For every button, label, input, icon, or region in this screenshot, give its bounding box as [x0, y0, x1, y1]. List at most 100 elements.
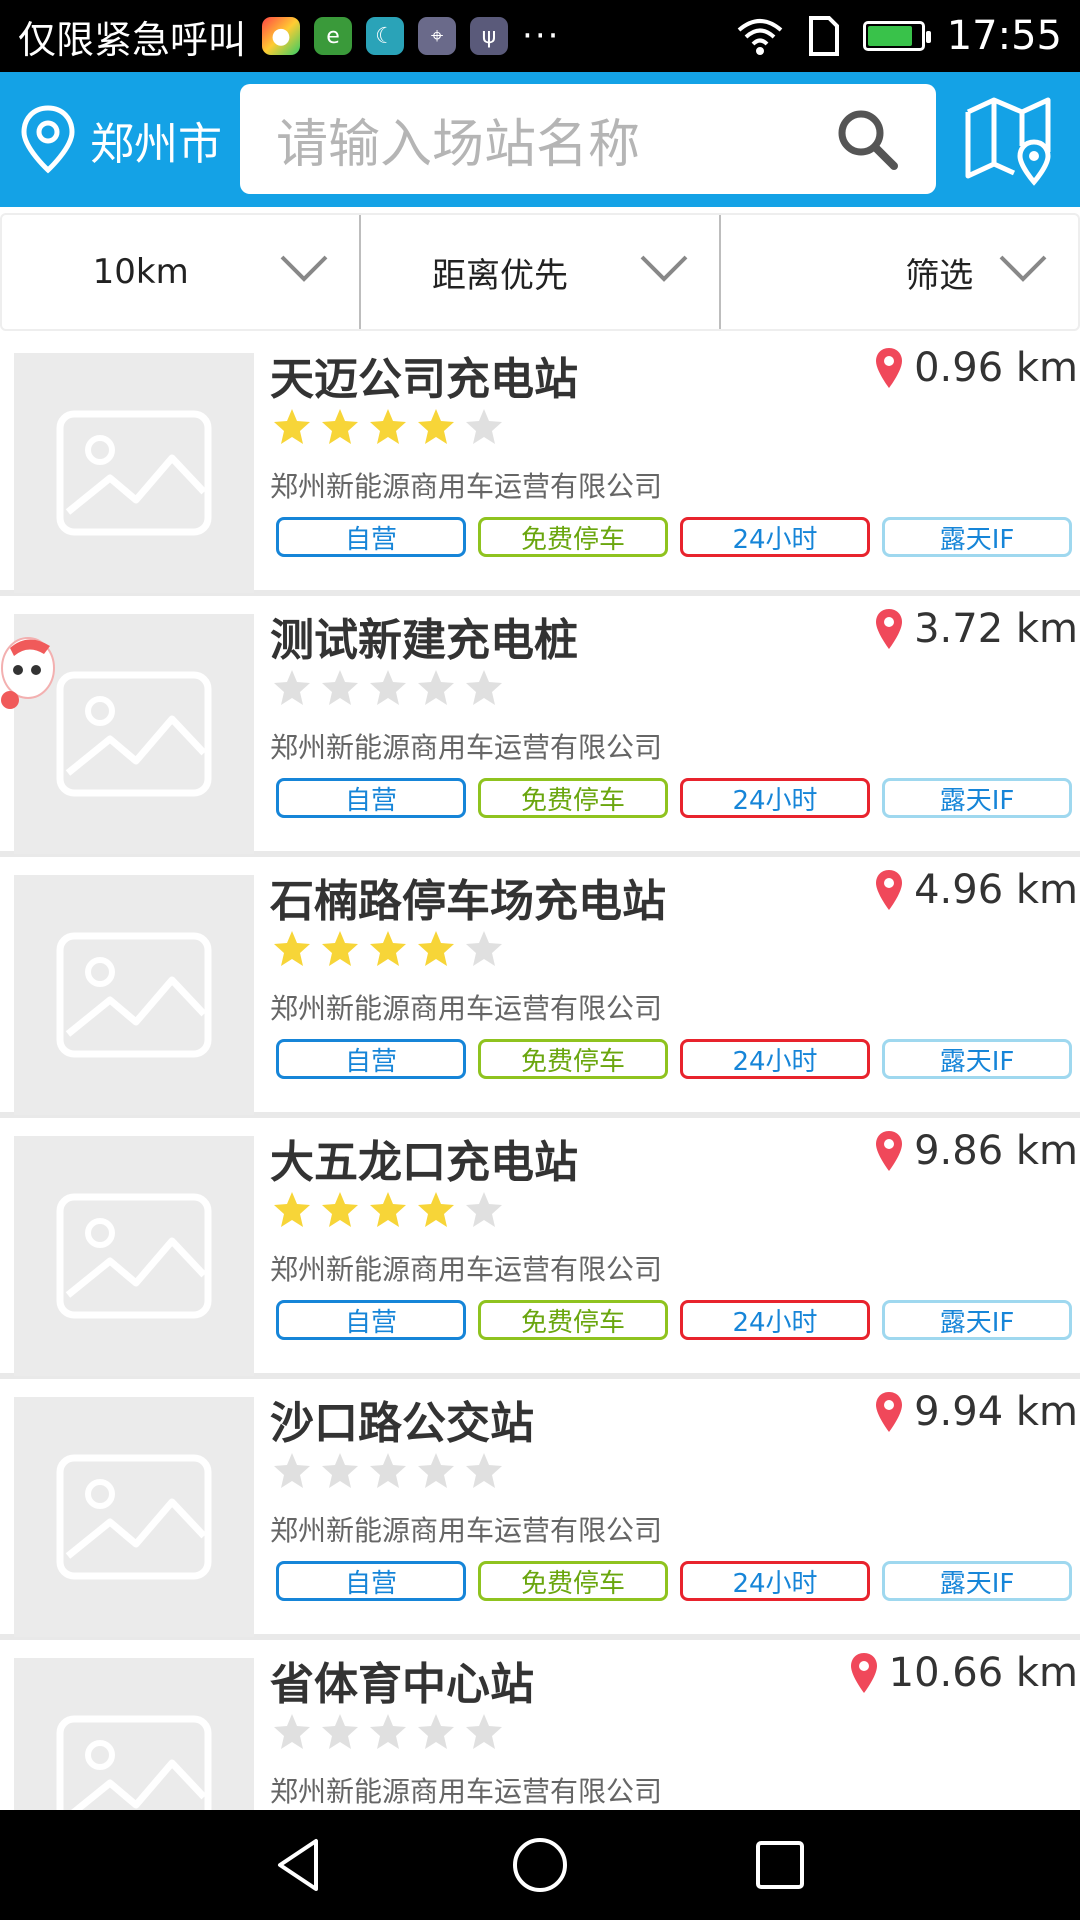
operator-name: 郑州新能源商用车运营有限公司	[270, 731, 663, 764]
station-card[interactable]: 省体育中心站 10.66 km 郑州新能源商用车运营有限公司 自营免费停车24小…	[0, 1640, 1080, 1810]
filter-label: 筛选	[905, 255, 974, 296]
filter-dropdown[interactable]: 筛选	[718, 215, 1078, 329]
station-distance: 9.94 km	[874, 1389, 1078, 1435]
operator-name: 郑州新能源商用车运营有限公司	[270, 1253, 663, 1286]
station-distance: 10.66 km	[849, 1650, 1078, 1696]
station-card[interactable]: 天迈公司充电站 0.96 km 郑州新能源商用车运营有限公司 自营 免费停车 24小…	[0, 335, 1080, 593]
image-placeholder-icon	[56, 932, 212, 1058]
station-card[interactable]: 石楠路停车场充电站 4.96 km 郑州新能源商用车运营有限公司 自营 免费停车 2…	[0, 857, 1080, 1115]
chevron-down-icon	[280, 255, 328, 282]
station-tags: 自营 免费停车 24小时 露天IF	[276, 1300, 1072, 1340]
image-placeholder-icon	[56, 671, 212, 797]
star-empty-icon	[466, 670, 502, 705]
location-pin-icon	[21, 104, 75, 173]
station-distance: 0.96 km	[874, 345, 1078, 391]
search-input[interactable]: 请输入场站名称	[240, 84, 936, 194]
station-tag: 露天IF	[882, 1561, 1072, 1601]
more-notifications-icon: ···	[522, 16, 561, 56]
recent-apps-icon[interactable]	[750, 1835, 810, 1895]
operator-name: 郑州新能源商用车运营有限公司	[270, 1514, 663, 1547]
star-empty-icon	[466, 931, 502, 966]
operator-name: 郑州新能源商用车运营有限公司	[270, 992, 663, 1025]
star-empty-icon	[274, 1453, 310, 1488]
station-tag: 24小时	[680, 1561, 870, 1601]
station-tag: 24小时	[680, 1300, 870, 1340]
star-empty-icon	[466, 409, 502, 444]
map-view-icon[interactable]	[960, 90, 1060, 190]
ie-browser-app-icon: e	[314, 17, 353, 55]
location-pin-icon	[876, 1131, 903, 1171]
station-name: 石楠路停车场充电站	[270, 876, 666, 927]
star-empty-icon	[466, 1714, 502, 1749]
station-list[interactable]: 天迈公司充电站 0.96 km 郑州新能源商用车运营有限公司 自营 免费停车 24小…	[0, 335, 1080, 1810]
station-tags: 自营 免费停车 24小时 露天IF	[276, 1561, 1072, 1601]
star-filled-icon	[274, 1192, 310, 1227]
battery-icon	[862, 21, 931, 51]
distance-value: 9.86 km	[914, 1128, 1078, 1174]
star-filled-icon	[418, 931, 454, 966]
clock: 17:55	[946, 13, 1062, 59]
star-filled-icon	[274, 409, 310, 444]
station-name: 天迈公司充电站	[270, 354, 578, 405]
distance-value: 4.96 km	[914, 867, 1078, 913]
wifi-icon	[737, 19, 783, 55]
search-icon[interactable]	[834, 106, 900, 172]
station-image-placeholder	[14, 875, 254, 1115]
station-tag: 24小时	[680, 517, 870, 557]
station-tag: 免费停车	[478, 1561, 668, 1601]
moon-app-icon: ☾	[366, 17, 405, 55]
distance-value: 3.72 km	[914, 606, 1078, 652]
home-icon[interactable]	[510, 1835, 570, 1895]
city-selector[interactable]: 郑州市	[0, 104, 240, 176]
station-image-placeholder	[14, 1658, 254, 1810]
star-filled-icon	[274, 931, 310, 966]
station-name: 大五龙口充电站	[270, 1137, 578, 1188]
station-tag: 自营	[276, 1561, 466, 1601]
station-tag: 自营	[276, 517, 466, 557]
location-pin-icon	[876, 348, 903, 388]
rating-stars	[272, 668, 504, 708]
station-tag: 免费停车	[478, 1039, 668, 1079]
star-filled-icon	[322, 409, 358, 444]
chevron-down-icon	[999, 255, 1047, 282]
back-icon[interactable]	[270, 1835, 330, 1895]
app-header: 郑州市 请输入场站名称	[0, 72, 1080, 207]
station-image-placeholder	[14, 1397, 254, 1637]
distance-filter-dropdown[interactable]: 10km	[2, 215, 359, 329]
station-card[interactable]: 沙口路公交站 9.94 km 郑州新能源商用车运营有限公司 自营 免费停车 24小时…	[0, 1379, 1080, 1637]
star-filled-icon	[370, 931, 406, 966]
floating-mascot-icon[interactable]	[0, 628, 60, 718]
station-card[interactable]: 大五龙口充电站 9.86 km 郑州新能源商用车运营有限公司 自营 免费停车 24小…	[0, 1118, 1080, 1376]
star-empty-icon	[418, 1453, 454, 1488]
star-empty-icon	[466, 1453, 502, 1488]
sort-dropdown[interactable]: 距离优先	[359, 215, 718, 329]
star-empty-icon	[418, 670, 454, 705]
image-placeholder-icon	[56, 410, 212, 536]
emergency-call-label: 仅限紧急呼叫	[18, 17, 247, 62]
station-tag: 露天IF	[882, 517, 1072, 557]
star-empty-icon	[322, 1714, 358, 1749]
star-empty-icon	[322, 1453, 358, 1488]
location-pin-icon	[876, 1392, 903, 1432]
station-tag: 免费停车	[478, 778, 668, 818]
station-tag: 24小时	[680, 778, 870, 818]
station-tag: 24小时	[680, 1039, 870, 1079]
sort-label: 距离优先	[431, 255, 568, 296]
operator-name: 郑州新能源商用车运营有限公司	[270, 1775, 663, 1808]
station-name: 省体育中心站	[270, 1659, 534, 1710]
station-name: 沙口路公交站	[270, 1398, 534, 1449]
operator-name: 郑州新能源商用车运营有限公司	[270, 470, 663, 503]
distance-value: 9.94 km	[914, 1389, 1078, 1435]
station-tag: 自营	[276, 1300, 466, 1340]
station-card[interactable]: 测试新建充电桩 3.72 km 郑州新能源商用车运营有限公司 自营 免费停车 24小…	[0, 596, 1080, 854]
station-tag: 免费停车	[478, 1300, 668, 1340]
station-distance: 4.96 km	[874, 867, 1078, 913]
rating-stars	[272, 407, 504, 447]
image-placeholder-icon	[56, 1715, 212, 1810]
star-filled-icon	[322, 1192, 358, 1227]
station-name: 测试新建充电桩	[270, 615, 578, 666]
browser-app-icon: ●	[262, 17, 301, 55]
star-empty-icon	[418, 1714, 454, 1749]
chevron-down-icon	[640, 255, 688, 282]
rating-stars	[272, 1190, 504, 1230]
